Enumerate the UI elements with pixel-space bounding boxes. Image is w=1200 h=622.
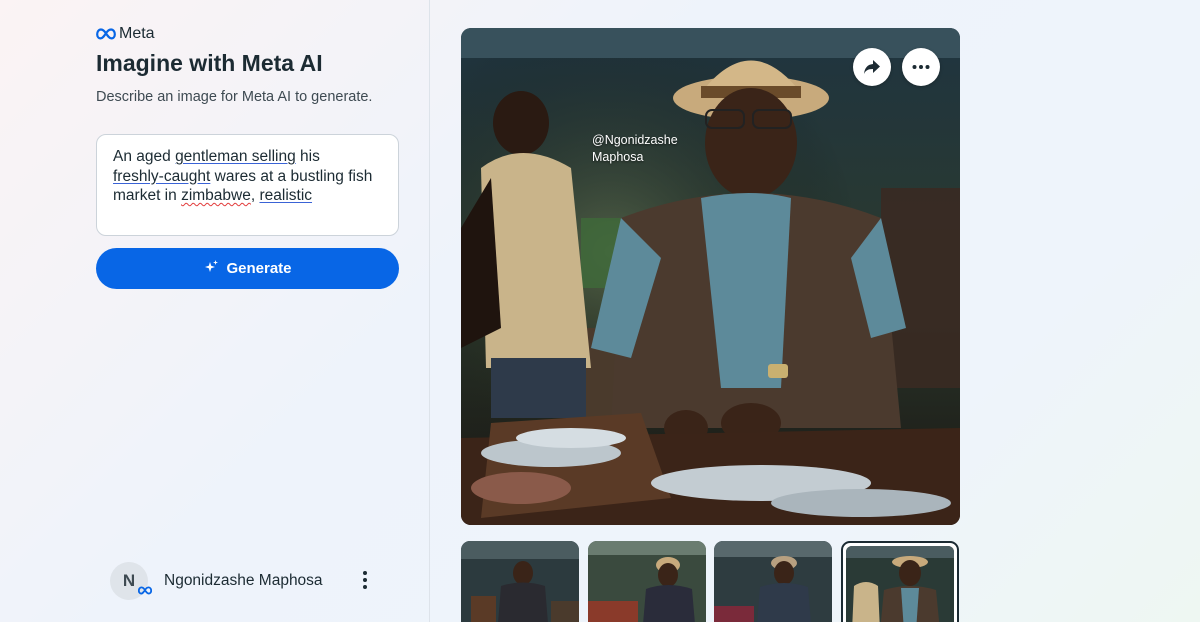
meta-badge-icon — [137, 580, 153, 600]
thumbnail-1-image — [461, 541, 579, 622]
sparkle-icon — [203, 259, 219, 279]
avatar-initial: N — [122, 571, 136, 590]
image-watermark: @Ngonidzashe Maphosa — [592, 132, 702, 166]
thumbnail-2[interactable] — [588, 541, 706, 622]
prompt-text-3: his — [295, 148, 320, 165]
generate-button[interactable]: Generate — [96, 248, 399, 289]
thumbnail-2-image — [588, 541, 706, 622]
brand-name: Meta — [119, 25, 155, 42]
watermark-line-1: @Ngonidzashe — [592, 133, 678, 147]
prompt-text-4: freshly-caught — [113, 167, 211, 185]
thumbnail-4-frame — [846, 546, 954, 622]
thumbnail-4-image — [846, 546, 954, 622]
more-options-button[interactable] — [902, 48, 940, 86]
generated-image[interactable]: @Ngonidzashe Maphosa — [461, 28, 960, 525]
thumbnail-4-selected[interactable] — [841, 541, 959, 622]
thumbnail-1[interactable] — [461, 541, 579, 622]
meta-infinity-icon — [96, 28, 116, 40]
thumbnail-3[interactable] — [714, 541, 832, 622]
sidebar: Meta Imagine with Meta AI Describe an im… — [0, 0, 430, 622]
page-subtitle: Describe an image for Meta AI to generat… — [96, 89, 373, 105]
watermark-line-2: Maphosa — [592, 150, 644, 164]
kebab-icon[interactable] — [362, 570, 368, 595]
thumbnail-3-image — [714, 541, 832, 622]
page-title: Imagine with Meta AI — [96, 50, 323, 76]
meta-brand[interactable]: Meta — [96, 25, 155, 43]
generated-image-picture — [461, 28, 960, 525]
ellipsis-icon — [912, 65, 930, 69]
user-name: Ngonidzashe Maphosa — [164, 572, 323, 589]
avatar[interactable]: N — [110, 562, 153, 600]
generate-label: Generate — [226, 260, 292, 277]
share-arrow-icon — [863, 59, 881, 75]
prompt-text-6: zimbabwe — [181, 187, 251, 204]
prompt-input[interactable]: An aged gentleman selling his freshly-ca… — [96, 134, 399, 236]
prompt-text-8: realistic — [259, 187, 313, 204]
user-profile[interactable]: N Ngonidzashe Maphosa — [110, 562, 323, 600]
prompt-text-2: gentleman selling — [175, 148, 296, 165]
share-button[interactable] — [853, 48, 891, 86]
prompt-text-1: An aged — [113, 148, 176, 165]
